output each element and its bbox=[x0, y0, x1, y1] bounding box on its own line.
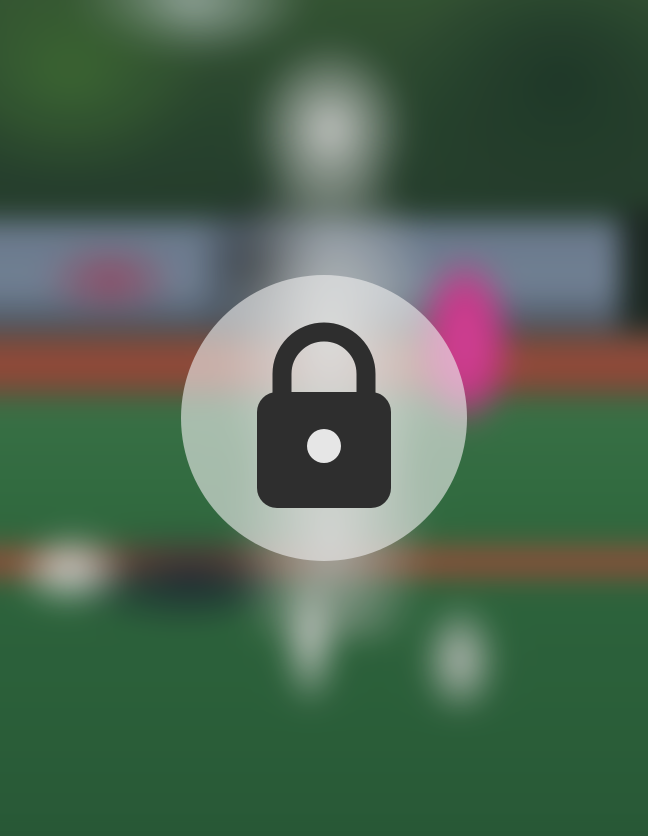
locked-content-screen bbox=[0, 0, 648, 836]
lock-icon bbox=[257, 322, 391, 508]
unlock-button[interactable] bbox=[181, 275, 467, 561]
